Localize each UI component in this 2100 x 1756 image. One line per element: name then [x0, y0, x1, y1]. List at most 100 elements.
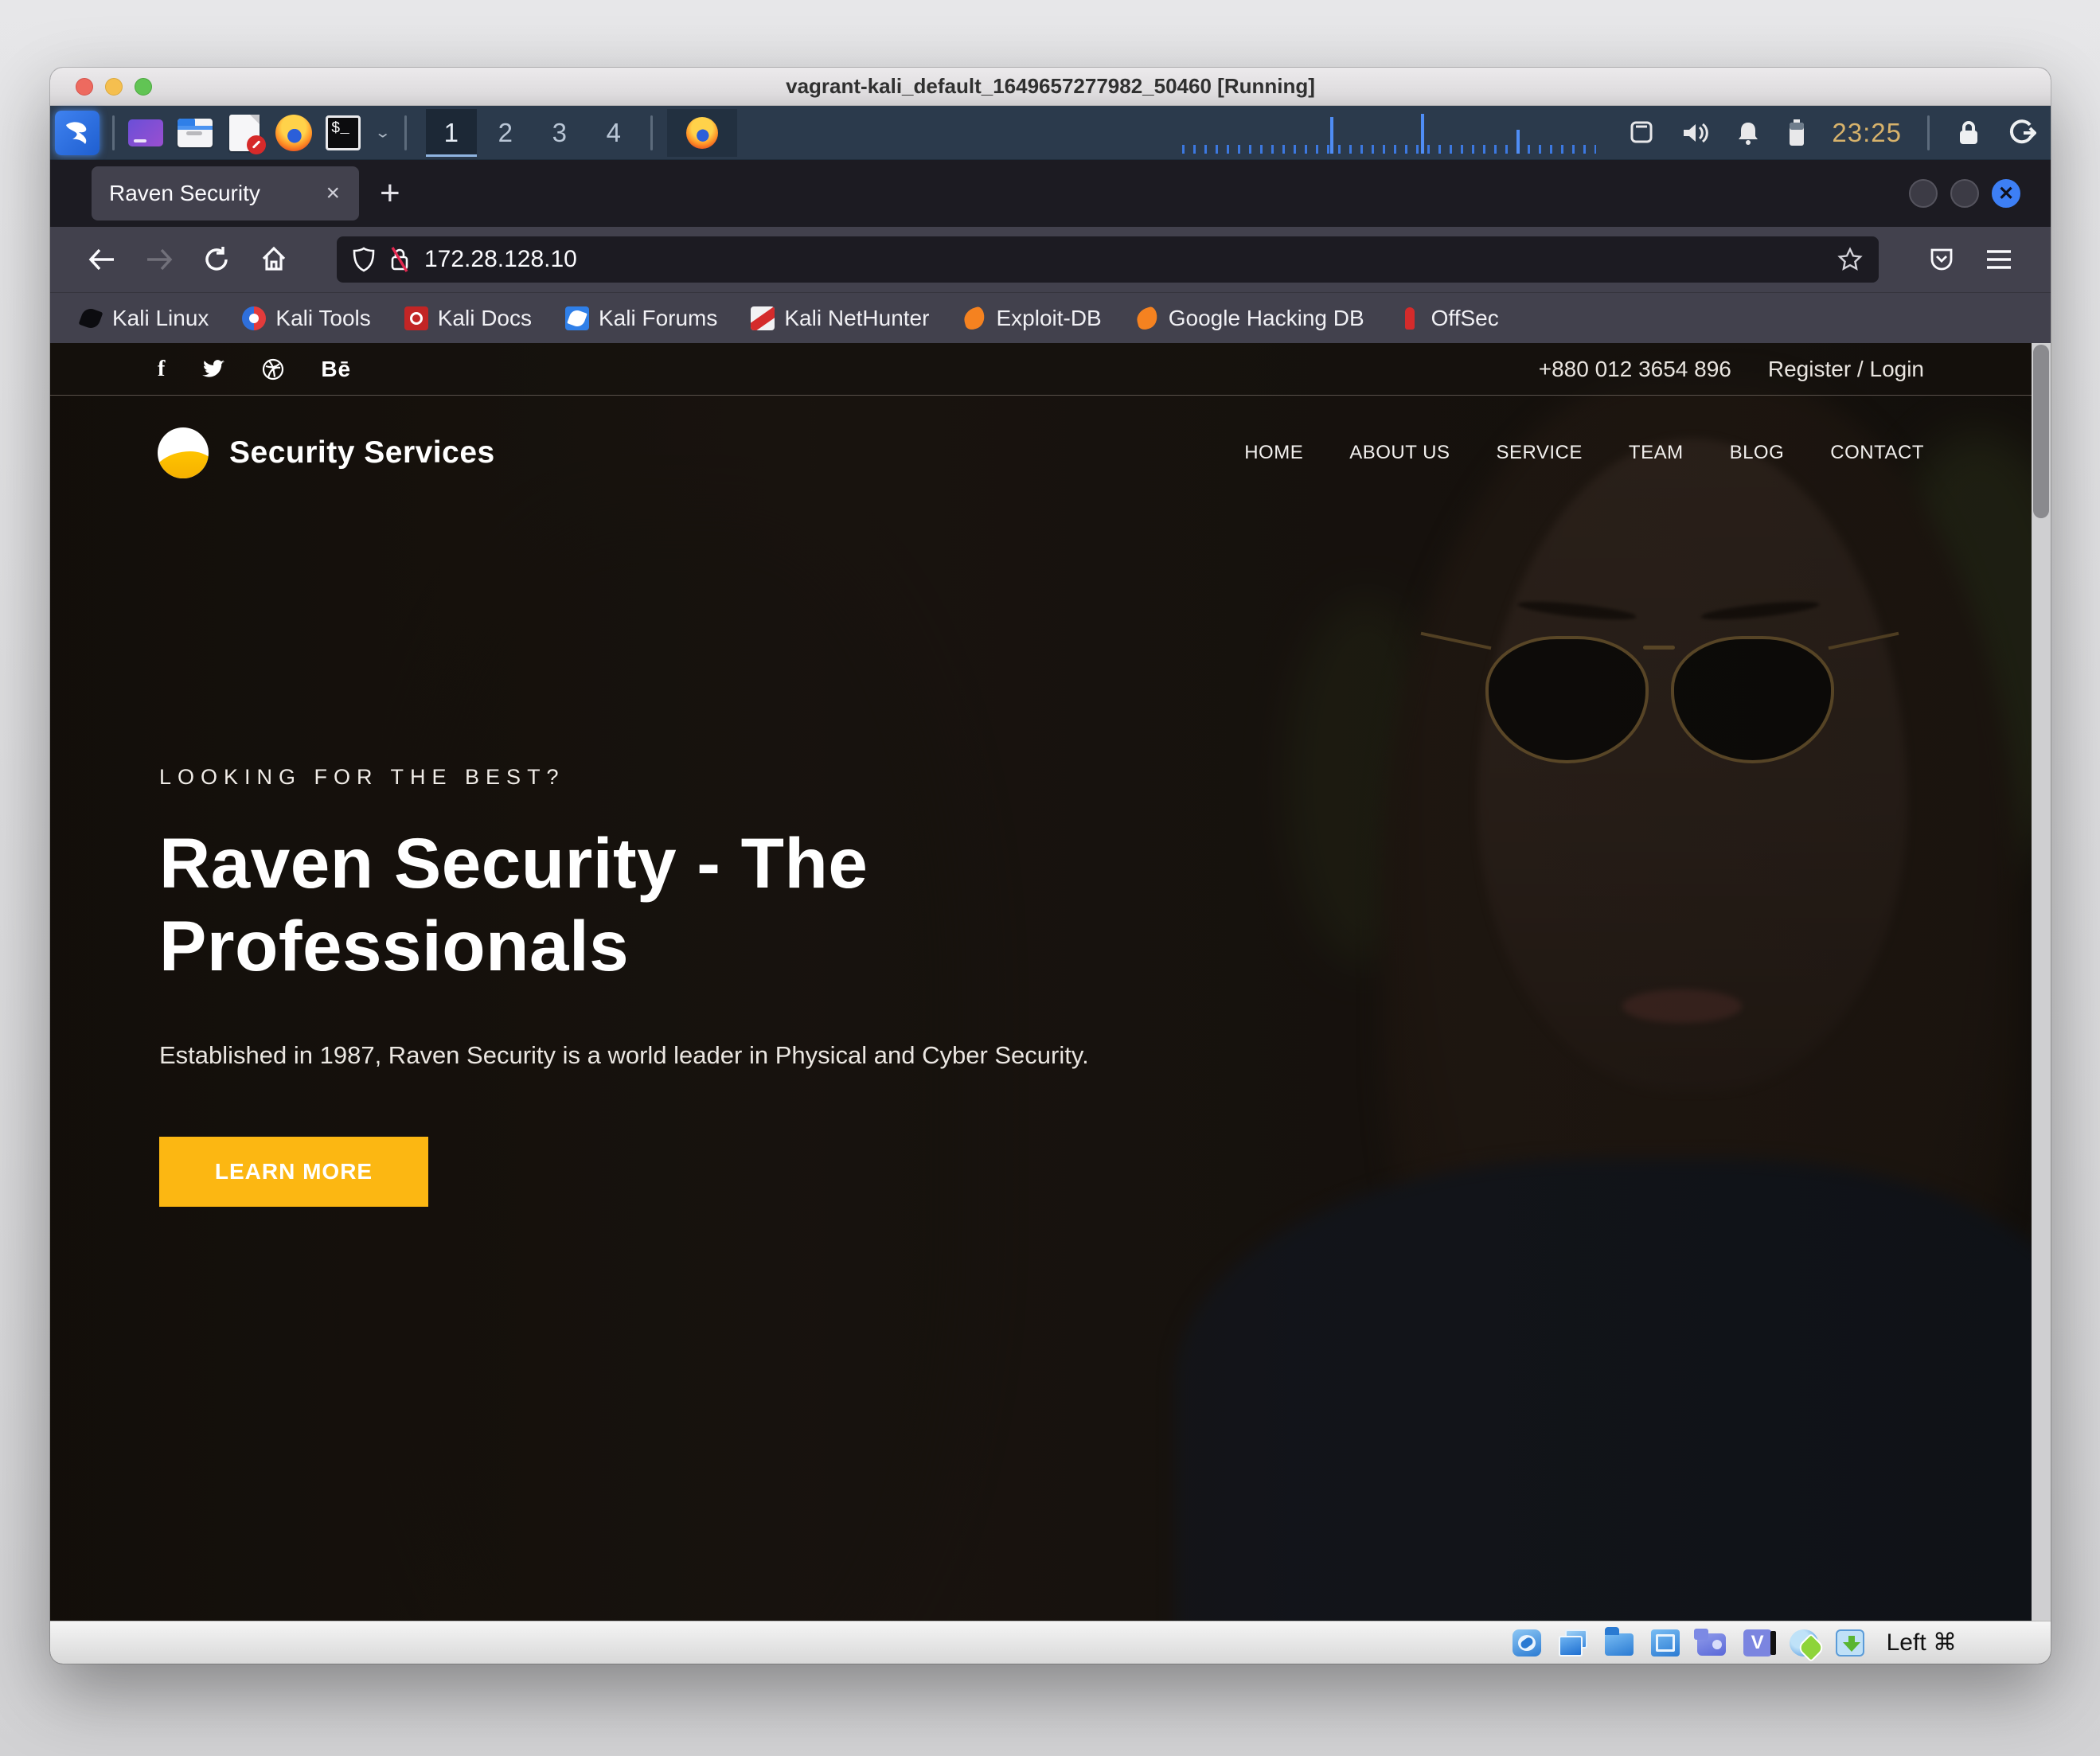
- vm-window: vagrant-kali_default_1649657277982_50460…: [50, 68, 2051, 1664]
- app-launcher: $_ ⌄: [55, 111, 407, 155]
- forward-button[interactable]: [142, 243, 176, 276]
- url-text[interactable]: 172.28.128.10: [424, 246, 1825, 273]
- url-bar[interactable]: 172.28.128.10: [337, 236, 1879, 283]
- displays-icon[interactable]: [1559, 1629, 1587, 1656]
- menu-button[interactable]: [1982, 243, 2016, 276]
- terminal-icon: $_: [326, 115, 361, 150]
- phone-number: +880 012 3654 896: [1539, 357, 1731, 382]
- bookmarks-toolbar: Kali Linux Kali Tools Kali Docs Kali For…: [50, 292, 2051, 343]
- virtualbox-statusbar: V Left ⌘: [50, 1621, 2051, 1664]
- bookmark-kali-linux[interactable]: Kali Linux: [66, 299, 221, 338]
- browser-minimize-button[interactable]: [1909, 179, 1938, 208]
- navigation-toolbar: 172.28.128.10: [50, 227, 2051, 292]
- bookmark-label: Kali Linux: [112, 306, 209, 331]
- panel-separator: [650, 115, 653, 150]
- bookmark-star-icon[interactable]: [1837, 247, 1863, 272]
- file-manager-button[interactable]: [177, 115, 213, 151]
- taskbar-firefox-window[interactable]: [667, 109, 737, 157]
- display-icon[interactable]: [1651, 1629, 1680, 1656]
- google-hacking-db-icon: [1135, 306, 1159, 330]
- bookmark-kali-nethunter[interactable]: Kali NetHunter: [738, 299, 942, 338]
- hero-section: LOOKING FOR THE BEST? Raven Security - T…: [50, 510, 2032, 1207]
- bookmark-label: Kali NetHunter: [784, 306, 929, 331]
- text-editor-button[interactable]: [226, 115, 263, 151]
- tab-raven-security[interactable]: Raven Security ×: [92, 166, 359, 220]
- bookmark-kali-docs[interactable]: Kali Docs: [392, 299, 545, 338]
- shield-permissions-icon[interactable]: [353, 247, 375, 272]
- show-desktop-button[interactable]: [127, 115, 164, 151]
- workspace-1[interactable]: 1: [426, 109, 477, 157]
- behance-icon[interactable]: Bē: [321, 357, 351, 382]
- minimize-window-button[interactable]: [105, 78, 123, 96]
- nav-contact[interactable]: CONTACT: [1830, 442, 1924, 464]
- learn-more-button[interactable]: LEARN MORE: [159, 1137, 428, 1207]
- recording-icon[interactable]: [1697, 1633, 1726, 1656]
- nav-blog[interactable]: BLOG: [1730, 442, 1785, 464]
- new-tab-button[interactable]: +: [380, 174, 400, 213]
- mouse-integration-icon[interactable]: [1790, 1629, 1818, 1656]
- nav-home[interactable]: HOME: [1244, 442, 1303, 464]
- kali-nethunter-icon: [751, 306, 775, 330]
- bookmark-label: Kali Forums: [599, 306, 717, 331]
- nav-about-us[interactable]: ABOUT US: [1349, 442, 1450, 464]
- text-editor-icon: [229, 115, 260, 151]
- terminal-button[interactable]: $_: [325, 115, 361, 151]
- logout-icon[interactable]: [2008, 119, 2036, 147]
- bookmark-label: Exploit-DB: [996, 306, 1101, 331]
- lock-icon[interactable]: [1955, 119, 1982, 147]
- kali-docs-icon: [404, 306, 428, 330]
- chevron-down-icon[interactable]: ⌄: [374, 124, 392, 142]
- bookmark-kali-tools[interactable]: Kali Tools: [229, 299, 383, 338]
- workspace-3[interactable]: 3: [534, 109, 585, 157]
- hamburger-menu-icon: [1985, 248, 2012, 271]
- host-key-label: Left ⌘: [1887, 1629, 1957, 1656]
- kali-forums-icon: [565, 306, 589, 330]
- tab-close-icon[interactable]: ×: [321, 180, 345, 207]
- scrollbar-thumb[interactable]: [2033, 345, 2049, 518]
- panel-separator: [112, 115, 115, 150]
- facebook-icon[interactable]: f: [158, 357, 165, 382]
- battery-icon[interactable]: [1787, 119, 1806, 147]
- register-login-link[interactable]: Register / Login: [1768, 357, 1924, 382]
- firefox-launcher-button[interactable]: [275, 115, 312, 151]
- browser-close-button[interactable]: ✕: [1992, 179, 2020, 208]
- downloads-icon[interactable]: [1836, 1629, 1864, 1656]
- site-logo[interactable]: Security Services: [158, 427, 495, 478]
- shared-folder-icon[interactable]: [1605, 1633, 1634, 1656]
- reload-button[interactable]: [200, 243, 233, 276]
- clock[interactable]: 23:25: [1832, 118, 1902, 148]
- kali-menu-button[interactable]: [55, 111, 100, 155]
- bookmark-google-hacking-db[interactable]: Google Hacking DB: [1122, 299, 1377, 338]
- hero-kicker: LOOKING FOR THE BEST?: [159, 765, 2032, 790]
- bookmark-offsec[interactable]: OffSec: [1385, 299, 1512, 338]
- pocket-icon: [1928, 246, 1955, 273]
- workspace-2[interactable]: 2: [480, 109, 531, 157]
- bookmark-exploit-db[interactable]: Exploit-DB: [950, 299, 1114, 338]
- twitter-icon[interactable]: [201, 359, 225, 380]
- workspace-switcher: 1 2 3 4: [426, 109, 639, 157]
- back-button[interactable]: [85, 243, 119, 276]
- browser-maximize-button[interactable]: [1950, 179, 1979, 208]
- panel-separator: [1927, 115, 1930, 150]
- home-button[interactable]: [257, 243, 291, 276]
- nav-team[interactable]: TEAM: [1629, 442, 1684, 464]
- scrollbar[interactable]: [2032, 343, 2051, 1621]
- features-icon[interactable]: V: [1743, 1629, 1772, 1656]
- bookmark-kali-forums[interactable]: Kali Forums: [552, 299, 730, 338]
- volume-icon[interactable]: [1680, 119, 1709, 146]
- brand-name: Security Services: [229, 435, 495, 470]
- hdd-icon[interactable]: [1513, 1629, 1541, 1656]
- workspace-4[interactable]: 4: [588, 109, 639, 157]
- zoom-window-button[interactable]: [135, 78, 152, 96]
- offsec-icon: [1398, 306, 1422, 330]
- system-tray: 23:25: [1628, 115, 2036, 150]
- screen-icon[interactable]: [1628, 119, 1655, 146]
- close-window-button[interactable]: [76, 78, 93, 96]
- pocket-button[interactable]: [1925, 243, 1958, 276]
- notifications-icon[interactable]: [1735, 119, 1762, 146]
- home-icon: [260, 245, 288, 274]
- kali-dragon-icon: [61, 117, 93, 149]
- insecure-lock-icon[interactable]: [388, 246, 412, 273]
- nav-service[interactable]: SERVICE: [1496, 442, 1582, 464]
- dribbble-icon[interactable]: [262, 358, 284, 380]
